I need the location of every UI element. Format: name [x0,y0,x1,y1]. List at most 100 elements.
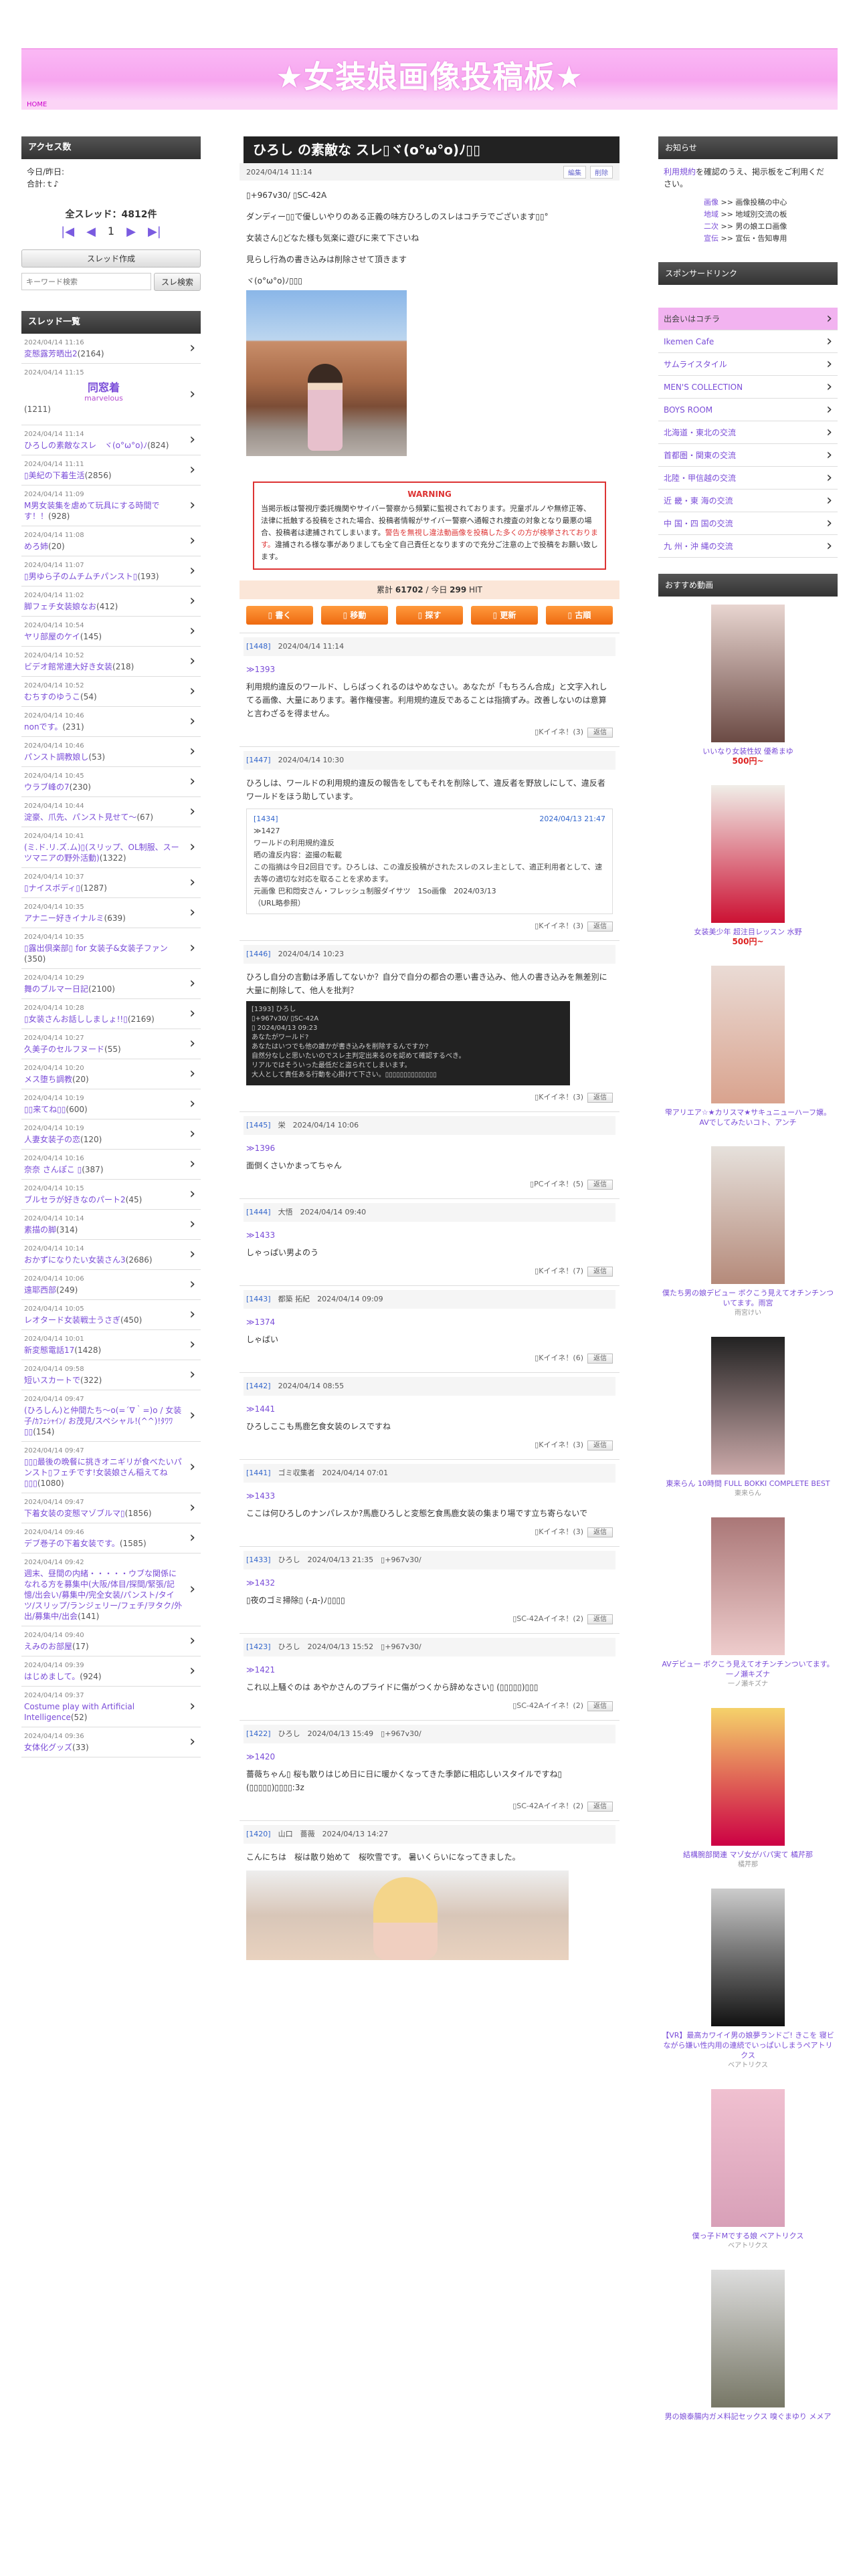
thread-list-item[interactable]: 2024/04/14 09:40 えみのお部屋(17) [21,1626,201,1656]
reply-button[interactable]: 返信 [587,1802,613,1812]
meet-link[interactable]: 九 州・沖 縄の交流 [658,535,838,558]
thread-link[interactable]: ▯ナイスボディ▯ [24,883,80,893]
thread-list-item[interactable]: 2024/04/14 10:52 むちすのゆうこ(54) [21,677,201,707]
search-input[interactable] [21,273,151,290]
post-photo[interactable] [246,1870,569,1960]
site-header[interactable]: ★女装娘画像投稿板★ [21,48,838,100]
video-title[interactable]: 男の娘泰腸内ガメ料記セックス 嗅ぐまゆり メメア [661,2411,835,2422]
like-button[interactable]: ▯Kイイネ！(3) [535,1093,583,1101]
create-thread-button[interactable]: スレッド作成 [21,249,201,267]
thread-link[interactable]: おかずになりたい女装さん3 [24,1255,126,1265]
thread-list-item[interactable]: 2024/04/14 11:02 脚フェチ女装娘なお(412) [21,586,201,617]
thread-link[interactable]: 淀豪、爪先、パンスト見せて〜 [24,813,136,822]
thread-link[interactable]: えみのお部屋 [24,1642,72,1651]
video-item[interactable]: 僕たち男の娘デビュー ボクこう見えてオチンチンついてます。雨宮 雨宮けい [658,1138,838,1329]
breadcrumb-home[interactable]: HOME [27,101,47,108]
video-cover[interactable] [711,1708,785,1846]
thread-list-item[interactable]: 2024/04/14 10:19 人妻女装子の恋(120) [21,1119,201,1150]
thread-list-item[interactable]: 2024/04/14 09:39 はじめまして。(924) [21,1656,201,1687]
video-title[interactable]: 僕たち男の娘デビュー ボクこう見えてオチンチンついてます。雨宮 [661,1288,835,1308]
thread-list-item[interactable]: 2024/04/14 10:45 ウラブ峰の7(230) [21,767,201,797]
video-item[interactable]: 東来らん 10時間 FULL BOKKI COMPLETE BEST 東来らん [658,1329,838,1509]
thread-link[interactable]: 変態露芳晒出2 [24,349,78,358]
reply-button[interactable]: 返信 [587,1354,613,1364]
thread-list-item[interactable]: 2024/04/14 09:47 ▯▯▯最後の晩餐に挑きオニギリが食べたいパンスト… [21,1442,201,1493]
post-number[interactable]: [1420] [246,1830,271,1838]
meet-link[interactable]: BOYS ROOM [658,399,838,421]
meet-link[interactable]: Ikemen Cafe [658,330,838,353]
like-button[interactable]: ▯Kイイネ！(3) [535,1527,583,1536]
thread-link[interactable]: ▯露出倶楽部▯ for 女装子&女装子ファン [24,944,168,953]
thread-link[interactable]: 下着女装の変態マゾブルマ▯ [24,1509,125,1518]
thread-list-item[interactable]: 2024/04/14 10:28 ▯女装さんお話ししましょ!!▯(2169) [21,999,201,1029]
video-item[interactable]: いいなり女装性奴 優希まゆ 500円~ [658,597,838,777]
thread-link[interactable]: ブルセラが好きなのパート2 [24,1195,126,1204]
next-page-icon[interactable]: ▶ [126,225,136,239]
post-reply-ref[interactable]: ≫1420 [246,1750,613,1763]
video-cover[interactable] [711,1889,785,2026]
thread-link[interactable]: ヤリ部屋のケイ [24,632,80,641]
thread-link[interactable]: 遠耶西部 [24,1285,56,1295]
post-number[interactable]: [1448] [246,642,271,651]
thread-link[interactable]: 女体化グッズ [24,1743,72,1752]
terms-link[interactable]: 利用規約 [664,167,696,177]
category-link[interactable]: 画像 >> 画像投稿の中心 [704,197,832,209]
thread-list-item[interactable]: 2024/04/14 11:11 ▯美紀の下着生活(2856) [21,455,201,486]
thread-list-item[interactable]: 2024/04/14 10:01 新変態電話17(1428) [21,1330,201,1360]
thread-list-item[interactable]: 2024/04/14 10:29 舞のブルマー日記(2100) [21,969,201,999]
meet-link[interactable]: サムライスタイル [658,353,838,376]
like-button[interactable]: ▯Kイイネ！(3) [535,922,583,930]
thread-list-item[interactable]: 2024/04/14 10:05 レオタード女装戦士うさぎ(450) [21,1300,201,1330]
post-number[interactable]: [1445] [246,1121,271,1130]
video-title[interactable]: 【VR】最高カワイイ男の娘夢ランドご! きこを 寝ビながら嫌い性内用の連続でいっ… [661,2030,835,2060]
thread-link[interactable]: 舞のブルマー日記 [24,984,88,994]
thread-link[interactable]: ウラブ峰の7 [24,782,70,792]
reply-button[interactable]: 返信 [587,1180,613,1190]
thread-list-item[interactable]: 2024/04/14 09:58 短いスカートで(322) [21,1360,201,1390]
reply-button[interactable]: 返信 [587,728,613,738]
post-number[interactable]: [1422] [246,1729,271,1738]
category-key[interactable]: 二次 [704,222,719,231]
thread-list-item[interactable]: 2024/04/14 10:54 ヤリ部屋のケイ(145) [21,617,201,647]
thread-link[interactable]: 人妻女装子の恋 [24,1135,80,1144]
refresh-button[interactable]: ▯ 更新 [471,606,538,625]
video-cover[interactable] [711,2089,785,2227]
thread-link[interactable]: nonです。 [24,722,62,732]
last-page-icon[interactable]: ▶| [148,225,161,239]
video-title[interactable]: 僕っ子ドMでする娘 ベアトリクス [661,2231,835,2241]
thread-link[interactable]: M男女装集を虐めて玩具にする時間です！！ [24,501,159,521]
screenshot-image[interactable]: [1393] ひろし ▯+967v30/ ▯SC-42A ▯ 2024/04/13 … [246,1001,570,1085]
thread-link[interactable]: アナニー好きイナルミ [24,914,104,923]
video-cover[interactable] [711,1517,785,1655]
thread-link[interactable]: デブ巻子の下着女装です。 [24,1539,120,1548]
video-title[interactable]: 東来らん 10時間 FULL BOKKI COMPLETE BEST [661,1479,835,1489]
thread-link[interactable]: パンスト調教娘し [24,752,88,762]
thread-list-item[interactable]: 2024/04/14 10:19 ▯▯来てね▯▯(600) [21,1089,201,1119]
thread-list-item[interactable]: 2024/04/14 09:47 (ひろしん)と仲間たち〜o(=´∇｀=)o / … [21,1390,201,1442]
video-item[interactable]: 【VR】最高カワイイ男の娘夢ランドご! きこを 寝ビながら嫌い性内用の連続でいっ… [658,1881,838,2081]
thread-link[interactable]: むちすのゆうこ [24,692,80,702]
category-key[interactable]: 画像 [704,198,719,207]
reply-button[interactable]: 返信 [587,1267,613,1277]
thread-link[interactable]: 短いスカートで [24,1376,80,1385]
reply-button[interactable]: 返信 [587,1527,613,1537]
reply-button[interactable]: 返信 [587,922,613,932]
find-button[interactable]: ▯ 探す [396,606,463,625]
like-button[interactable]: ▯SC-42Aイイネ！(2) [512,1701,583,1710]
video-item[interactable]: AVデビュー ボクこう見えてオチンチンついてます。一ノ瀬キズナ 一ノ瀬キズナ [658,1509,838,1700]
like-button[interactable]: ▯SC-42Aイイネ！(2) [512,1614,583,1623]
category-link[interactable]: 地域 >> 地域別交流の板 [704,209,832,221]
meet-link[interactable]: 北陸・甲信越の交流 [658,467,838,490]
post-reply-ref[interactable]: ≫1421 [246,1663,613,1677]
thread-list-item[interactable]: 2024/04/14 11:16 変態露芳晒出2(2164) [21,334,201,364]
video-item[interactable]: 雫アリエア☆★カリスマ★サキュニューハーフ嬢。AVでしてみたいコト、アンチ [658,958,838,1138]
thread-list-item[interactable]: 2024/04/14 09:37 Costume play with Artifi… [21,1687,201,1727]
thread-link[interactable]: はじめまして。 [24,1672,80,1681]
post-reply-ref[interactable]: ≫1396 [246,1142,613,1155]
video-cover[interactable] [711,605,785,742]
thread-list-item[interactable]: 2024/04/14 10:46 パンスト調教娘し(53) [21,737,201,767]
video-cover[interactable] [711,2270,785,2407]
thread-list-item[interactable]: 2024/04/14 10:14 おかずになりたい女装さん3(2686) [21,1240,201,1270]
quote-number[interactable]: [1434] [254,813,278,825]
thread-list-item[interactable]: 2024/04/14 11:14 ひろしの素敵なスレ ヾ(o°ω°o)ﾉ(824) [21,425,201,455]
